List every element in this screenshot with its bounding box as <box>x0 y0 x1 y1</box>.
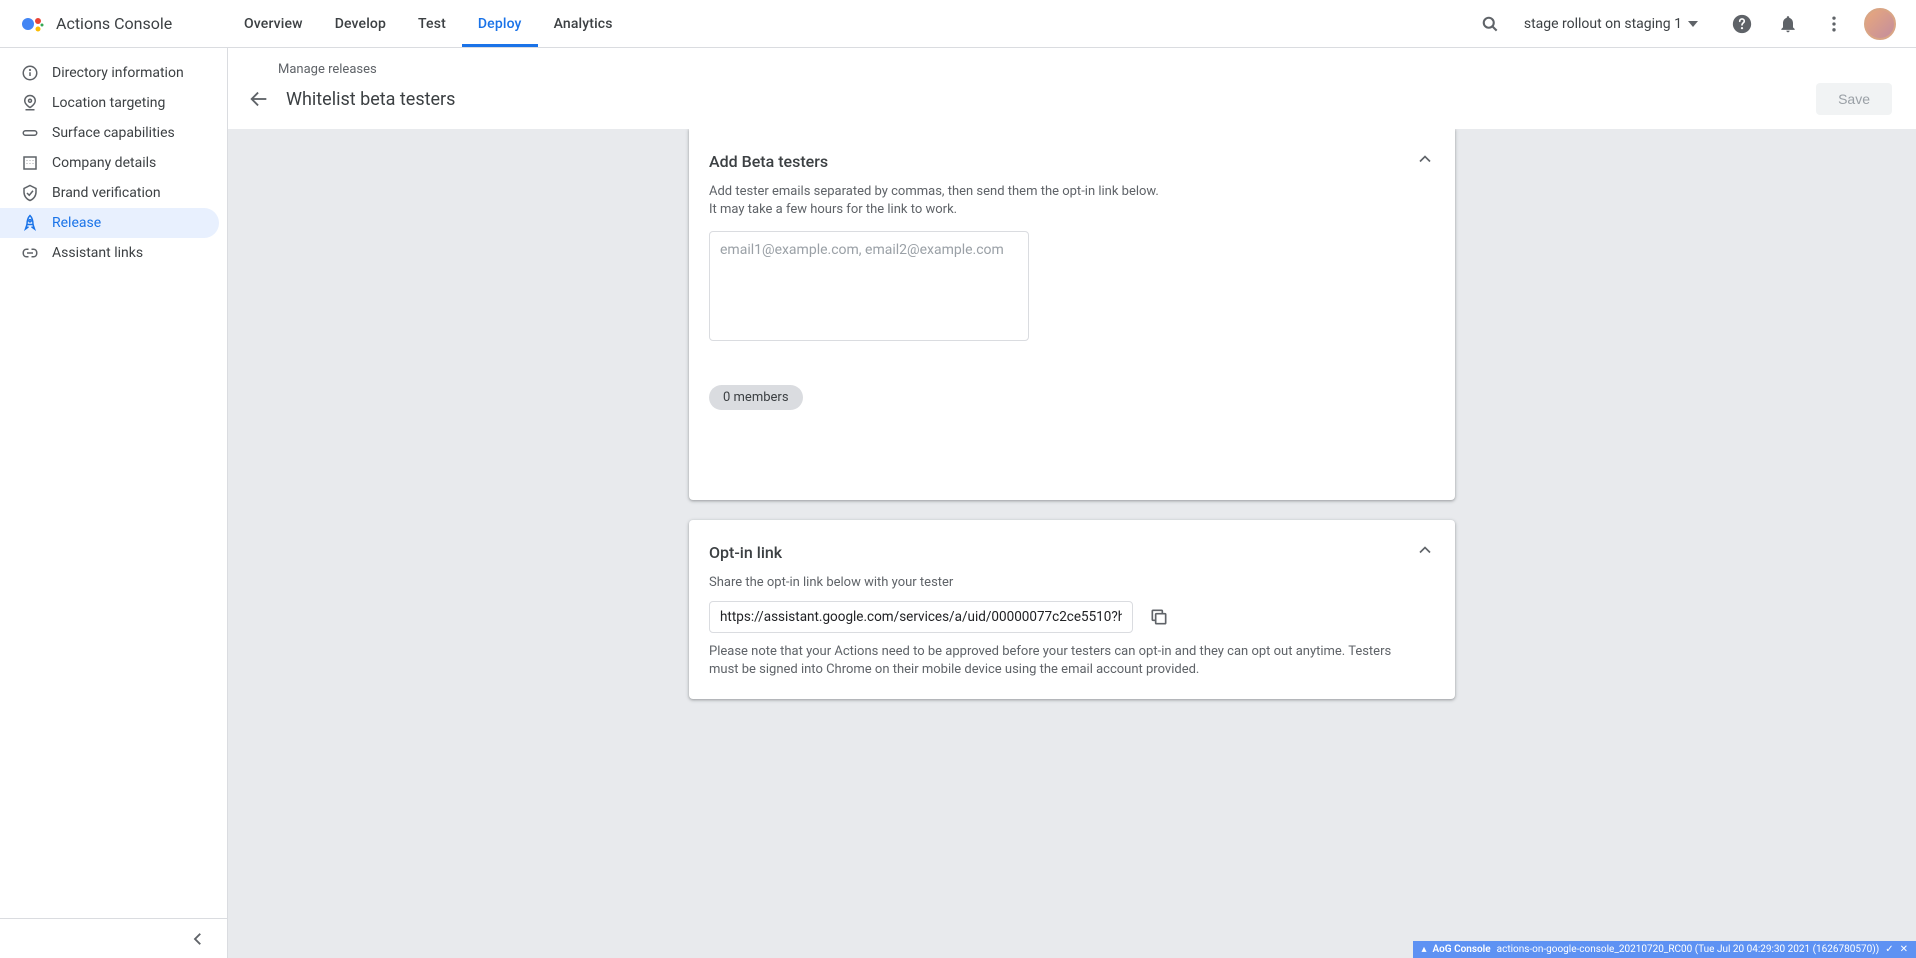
sidebar-item-location[interactable]: Location targeting <box>0 88 219 118</box>
more-icon[interactable] <box>1814 4 1854 44</box>
rocket-icon <box>20 213 40 233</box>
sidebar-item-release[interactable]: Release <box>0 208 219 238</box>
sidebar-item-label: Brand verification <box>52 185 161 201</box>
search-icon[interactable] <box>1470 4 1510 44</box>
back-button[interactable] <box>248 88 270 110</box>
company-icon <box>20 153 40 173</box>
devices-icon <box>20 123 40 143</box>
footer-build-info: actions-on-google-console_20210720_RC00 … <box>1497 944 1880 955</box>
add-testers-title: Add Beta testers <box>709 152 828 171</box>
location-icon <box>20 93 40 113</box>
header-right: stage rollout on staging 1 <box>1470 4 1916 44</box>
sidebar-collapse-button[interactable] <box>0 918 227 958</box>
help-icon[interactable] <box>1722 4 1762 44</box>
breadcrumb[interactable]: Manage releases <box>248 62 1892 77</box>
project-selector[interactable]: stage rollout on staging 1 <box>1516 16 1706 32</box>
link-icon <box>20 243 40 263</box>
caret-up-icon: ▴ <box>1421 944 1426 955</box>
check-icon: ✓ <box>1885 944 1893 955</box>
tab-test[interactable]: Test <box>402 0 462 47</box>
sidebar: Directory information Location targeting… <box>0 48 228 958</box>
body-container: Directory information Location targeting… <box>0 48 1916 958</box>
tab-develop[interactable]: Develop <box>319 0 402 47</box>
optin-link-card: Opt-in link Share the opt-in link below … <box>689 520 1455 699</box>
main-content: Manage releases Whitelist beta testers S… <box>228 48 1916 958</box>
verified-icon <box>20 183 40 203</box>
chevron-up-icon <box>1415 149 1435 169</box>
members-chip[interactable]: 0 members <box>709 385 803 410</box>
sidebar-item-brand[interactable]: Brand verification <box>0 178 219 208</box>
chevron-up-icon <box>1415 540 1435 560</box>
project-name: stage rollout on staging 1 <box>1524 16 1682 32</box>
sidebar-item-directory[interactable]: Directory information <box>0 58 219 88</box>
arrow-left-icon <box>248 88 270 110</box>
optin-link-input[interactable] <box>709 601 1133 633</box>
chevron-left-icon <box>189 930 207 948</box>
optin-link-row <box>709 601 1435 633</box>
tester-emails-input[interactable] <box>709 231 1029 341</box>
copy-button[interactable] <box>1149 607 1169 627</box>
sidebar-item-label: Location targeting <box>52 95 165 111</box>
assistant-logo-icon <box>20 12 44 36</box>
collapse-button[interactable] <box>1415 540 1435 564</box>
header-left: Actions Console <box>0 12 228 36</box>
sidebar-item-label: Surface capabilities <box>52 125 175 141</box>
sidebar-item-label: Company details <box>52 155 156 171</box>
top-tabs: Overview Develop Test Deploy Analytics <box>228 0 629 47</box>
build-info-badge[interactable]: ▴ AoG Console actions-on-google-console_… <box>1413 941 1916 958</box>
tab-analytics[interactable]: Analytics <box>538 0 629 47</box>
page-title: Whitelist beta testers <box>286 89 455 110</box>
notifications-icon[interactable] <box>1768 4 1808 44</box>
sidebar-item-label: Assistant links <box>52 245 143 261</box>
sidebar-item-company[interactable]: Company details <box>0 148 219 178</box>
copy-icon <box>1149 607 1169 627</box>
tab-deploy[interactable]: Deploy <box>462 0 538 47</box>
optin-title: Opt-in link <box>709 543 782 562</box>
info-icon <box>20 63 40 83</box>
add-testers-card: Add Beta testers Add tester emails separ… <box>689 129 1455 500</box>
sidebar-item-label: Directory information <box>52 65 184 81</box>
app-title: Actions Console <box>56 14 172 33</box>
sidebar-item-assistant-links[interactable]: Assistant links <box>0 238 219 268</box>
page-title-row: Whitelist beta testers Save <box>248 83 1892 115</box>
add-testers-description: Add tester emails separated by commas, t… <box>709 183 1159 219</box>
dropdown-icon <box>1688 21 1698 27</box>
sidebar-item-surface[interactable]: Surface capabilities <box>0 118 219 148</box>
card-header: Opt-in link <box>709 540 1435 564</box>
app-header: Actions Console Overview Develop Test De… <box>0 0 1916 48</box>
footer-app-label: AoG Console <box>1433 944 1491 955</box>
optin-description: Share the opt-in link below with your te… <box>709 574 1159 592</box>
close-icon[interactable]: ✕ <box>1900 944 1908 955</box>
save-button[interactable]: Save <box>1816 83 1892 115</box>
tab-overview[interactable]: Overview <box>228 0 319 47</box>
sidebar-item-label: Release <box>52 215 101 231</box>
user-avatar[interactable] <box>1864 8 1896 40</box>
card-header: Add Beta testers <box>709 149 1435 173</box>
optin-note: Please note that your Actions need to be… <box>709 643 1409 679</box>
page-header: Manage releases Whitelist beta testers S… <box>228 48 1916 129</box>
content-area: Add Beta testers Add tester emails separ… <box>228 129 1916 958</box>
collapse-button[interactable] <box>1415 149 1435 173</box>
